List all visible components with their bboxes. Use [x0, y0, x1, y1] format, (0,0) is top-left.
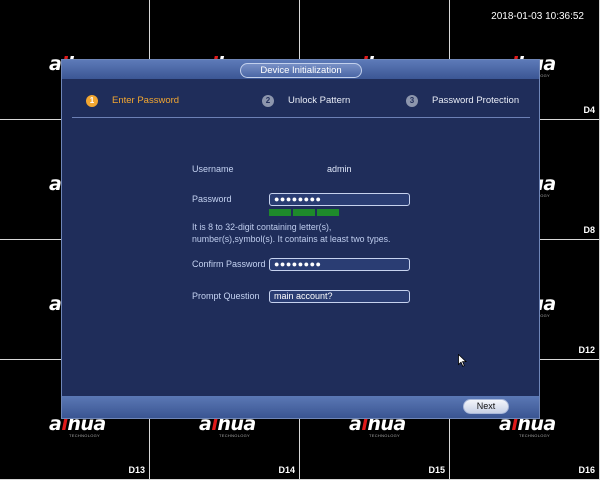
camera-channel-label: D12: [578, 345, 595, 355]
camera-channel-label: D8: [583, 225, 595, 235]
step-1-label: Enter Password: [112, 95, 180, 106]
dialog-footer: Next: [62, 396, 539, 418]
confirm-password-label: Confirm Password: [192, 259, 266, 269]
password-label: Password: [192, 194, 232, 204]
password-hint: It is 8 to 32-digit containing letter(s)…: [192, 222, 391, 244]
step-1-badge: 1: [86, 95, 98, 107]
username-value: admin: [327, 164, 352, 174]
mouse-pointer-icon: [458, 354, 467, 367]
username-label: Username: [192, 164, 234, 174]
wizard-steps: 1 Enter Password 2 Unlock Pattern 3 Pass…: [62, 79, 539, 119]
camera-channel-label: D13: [128, 465, 145, 475]
camera-channel-label: D14: [278, 465, 295, 475]
brand-tagline: TECHNOLOGY: [369, 433, 401, 438]
password-input[interactable]: ●●●●●●●●: [269, 193, 410, 206]
prompt-question-input[interactable]: main account?: [269, 290, 410, 303]
device-initialization-dialog: Device Initialization 1 Enter Password 2…: [61, 59, 540, 419]
password-strength-meter: [269, 209, 339, 217]
camera-channel-label: D16: [578, 465, 595, 475]
dialog-title: Device Initialization: [240, 63, 362, 78]
strength-segment-1: [269, 209, 291, 216]
strength-segment-3: [317, 209, 339, 216]
step-2-badge: 2: [262, 95, 274, 107]
camera-channel-label: D4: [583, 105, 595, 115]
brand-tagline: TECHNOLOGY: [519, 433, 551, 438]
prompt-question-label: Prompt Question: [192, 291, 260, 301]
step-3-badge: 3: [406, 95, 418, 107]
brand-tagline: TECHNOLOGY: [219, 433, 251, 438]
step-3-label: Password Protection: [432, 95, 520, 106]
strength-segment-2: [293, 209, 315, 216]
step-2-label: Unlock Pattern: [288, 95, 351, 106]
dialog-titlebar: Device Initialization: [62, 60, 539, 79]
camera-channel-label: D15: [428, 465, 445, 475]
system-clock: 2018-01-03 10:36:52: [491, 11, 584, 22]
confirm-password-input[interactable]: ●●●●●●●●: [269, 258, 410, 271]
steps-divider: [72, 117, 530, 118]
next-button[interactable]: Next: [463, 399, 509, 414]
brand-tagline: TECHNOLOGY: [69, 433, 101, 438]
